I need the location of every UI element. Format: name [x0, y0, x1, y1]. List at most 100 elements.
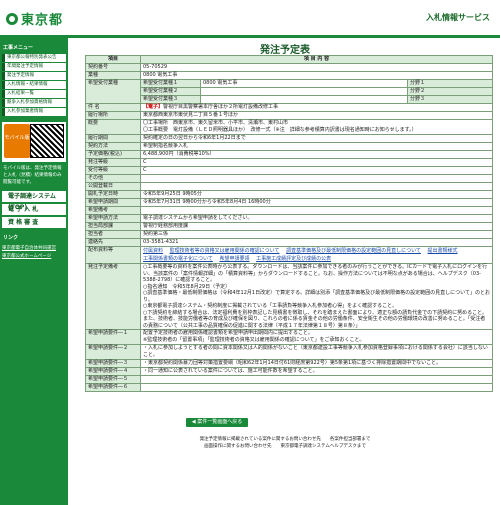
- link-e-gov[interactable]: 東京都電子自治体共同運営: [2, 245, 66, 251]
- person-label: 担当者: [85, 230, 141, 239]
- amend: [140, 182, 493, 191]
- hope-industry-2: [200, 87, 408, 96]
- req4: ・同一通知に公表されている案件については、施工可能件数を希望すること。: [140, 367, 493, 376]
- col-item: 項目: [85, 55, 141, 64]
- notes: [140, 206, 493, 215]
- file-link[interactable]: 調査基準価格及び最低制限価格の設定範囲の見直しについて: [286, 248, 421, 254]
- link-tokyo-official[interactable]: 東京都公式ホームページ: [2, 253, 66, 259]
- hope-industry-2-label: 希望受付業種２: [140, 87, 201, 96]
- period-label: 履行期間: [85, 134, 141, 143]
- file-link[interactable]: 工事施工成績評定及び成績の公表: [256, 256, 331, 262]
- detail-line: ○下請契約を締結する場合は、法定福利費を別枠表記した見積書を徴取し、それを踏まえ…: [143, 309, 488, 329]
- qr-code-icon: [30, 124, 64, 158]
- industry-label: 業種: [85, 71, 141, 80]
- notes-label: 希望備考: [85, 206, 141, 215]
- details-label: 発注予定備考: [85, 263, 141, 330]
- req5-label: 希望申請要件―５: [85, 375, 141, 384]
- summary-label: 概要: [85, 119, 141, 135]
- sidebar-item-qualification[interactable]: 競争入札参加資格情報: [2, 99, 66, 107]
- qualification-button[interactable]: 資 格 審 査: [2, 217, 66, 228]
- file-link[interactable]: 監理技術者等の資格又は雇用関係の確認について: [170, 248, 280, 254]
- logo-text: 東京都: [21, 13, 64, 28]
- sidebar-menu-label: 工事メニュー: [3, 45, 34, 51]
- e-procurement-top-button[interactable]: 電子調達システム(TOP): [2, 191, 66, 211]
- ordering: C: [140, 158, 493, 167]
- summary-line: 〇工事場所 西東京市、東久留米市、小平市、清瀬市、東村山市: [143, 120, 289, 126]
- method: 希望制指名競争入札: [140, 142, 493, 151]
- req3-label: 希望申請要件―３: [85, 359, 141, 368]
- main-content: 発注予定表 項目項 目 内 容 契約番号 05-70529 業種 0800 電気工事…: [70, 38, 500, 392]
- req5: [140, 375, 493, 384]
- col-content: 項 目 内 容: [140, 55, 493, 64]
- hope-industry-3-label: 希望受付業種３: [140, 95, 201, 104]
- other: [140, 174, 493, 183]
- field-1-label: 分野１: [407, 79, 493, 88]
- links-label: リンク: [3, 235, 19, 241]
- apply-label: 希望申請期間: [85, 198, 141, 207]
- req2: ・入札に参加しようとする者の間に資本関係又は人的関係がないこと（東京都建設工事等…: [140, 344, 493, 360]
- service-title: 入札情報サービス: [426, 13, 490, 22]
- hope-industry-label: 希望受付業種: [85, 79, 141, 104]
- subject-label: 件 名: [85, 103, 141, 112]
- tokyo-emblem-icon: [6, 12, 18, 25]
- apply-period: 令和5年7月31日 9時00分から令和5年8月4日 16時00分: [140, 198, 493, 207]
- open-label: 開札予定日時: [85, 190, 141, 199]
- file-link[interactable]: 工事関係書類の電子化について: [143, 256, 213, 262]
- contract-no-label: 契約番号: [85, 63, 141, 72]
- tel-label: 連絡先: [85, 238, 141, 247]
- mobile-banner[interactable]: モバイル版: [2, 122, 66, 162]
- hope-industry-3: [200, 95, 408, 104]
- price-label: 予定価格(税込): [85, 150, 141, 159]
- hope-industry-1-label: 希望受付業種１: [140, 79, 201, 88]
- file-link[interactable]: 付属資料: [143, 248, 163, 254]
- footer-line: 画面操作に関するお問い合わせ先 東京都電子調達システムヘルプデスクまで: [204, 444, 366, 449]
- detail-line: ○工事概要等の資料を案件公表時から公表する。ダウンロードは、当該案件に参加できる…: [143, 264, 488, 283]
- detail-line: ○調査基準価格・最低制限価格は（令和4年12月1日改定）で算定する。詳細は別添「…: [143, 290, 490, 303]
- place-label: 履行場所: [85, 111, 141, 120]
- contract-no: 05-70529: [140, 63, 493, 72]
- req4-label: 希望申請要件―４: [85, 367, 141, 376]
- order-plan-table: 項目項 目 内 容 契約番号 05-70529 業種 0800 電気工事 希望受付業…: [85, 55, 493, 392]
- footer: 発注予定情報に掲載されている案件に関するお問い合わせ先 各案件担当部署まで 画面…: [70, 436, 500, 450]
- back-button-label: 案件一覧画面へ戻る: [197, 419, 243, 425]
- sidebar-item-result-list[interactable]: 入札結果一覧: [2, 90, 66, 98]
- req6-label: 希望申請要件―６: [85, 383, 141, 392]
- req1-label: 希望申請要件―１: [85, 329, 141, 345]
- place: 東京都西東京市東伏見二丁目５番１号ほか: [140, 111, 493, 120]
- price: 6,488,900円（消費税等10%）: [140, 150, 493, 159]
- person: 契約第三係: [140, 230, 493, 239]
- back-to-list-button[interactable]: ◀ 案件一覧画面へ戻る: [186, 418, 248, 427]
- ordering-label: 発注等級: [85, 158, 141, 167]
- files-label: 配布資料等: [85, 246, 141, 264]
- mobile-note: モバイル版は、発注予定情報と入札（見積）結果情報のみ閲覧可能です。: [3, 166, 62, 185]
- file-link[interactable]: 提出書類様式: [428, 248, 458, 254]
- footer-line: 発注予定情報に掲載されている案件に関するお問い合わせ先 各案件担当部署まで: [199, 437, 371, 442]
- method-label: 契約方法: [85, 142, 141, 151]
- field-2-label: 分野２: [407, 87, 493, 96]
- sidebar-item-participants[interactable]: 入札参加業者情報: [2, 108, 66, 116]
- sidebar-item-order-plan[interactable]: 発注予定情報: [2, 72, 66, 80]
- apply-method: 電子調達システムから希望申請をしてください。: [140, 214, 493, 223]
- dept: 警視庁経務部用度課: [140, 222, 493, 231]
- file-link[interactable]: 希望申請要領: [219, 256, 249, 262]
- grade: C: [140, 166, 493, 175]
- industry: 0800 電気工事: [140, 71, 493, 80]
- sidebar-item-annual-plan[interactable]: 年間発注予定情報: [2, 63, 66, 71]
- subject-tag: 【電子】: [143, 104, 164, 110]
- mobile-label: モバイル版: [4, 124, 30, 158]
- open-date: 令和5年9月25日 9時05分: [140, 190, 493, 199]
- sidebar-item-koho[interactable]: 東京都公報特別発表公告: [2, 54, 66, 62]
- hope-industry-1: 0800 電気工事: [200, 79, 408, 88]
- e-bid-button[interactable]: 電 子 入 札: [2, 204, 66, 215]
- dept-label: 担当局部課: [85, 222, 141, 231]
- amend-label: 公開登載日: [85, 182, 141, 191]
- other-label: その他: [85, 174, 141, 183]
- req6: [140, 383, 493, 392]
- sidebar-item-bid-results[interactable]: 入札情報・結果情報: [2, 81, 66, 89]
- top-bar: 東京都 入札情報サービス: [0, 0, 500, 38]
- field-3-label: 分野３: [407, 95, 493, 104]
- subject: 警視庁目黒警察署本庁舎ほか２所電灯設備改修工事: [163, 104, 279, 110]
- tokyo-logo[interactable]: 東京都: [6, 9, 63, 28]
- period: 契約確定の日の翌日から令和6年1月22日まで: [140, 134, 493, 143]
- sidebar: 工事メニュー 東京都公報特別発表公告 年間発注予定情報 発注予定情報 入札情報・…: [0, 38, 68, 505]
